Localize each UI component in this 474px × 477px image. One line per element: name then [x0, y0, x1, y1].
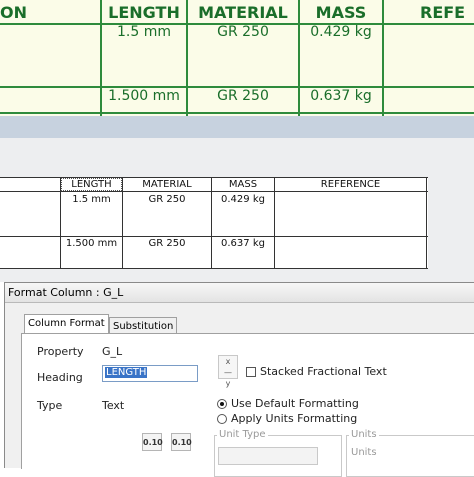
unit-type-label: Unit Type [217, 429, 268, 440]
type-value: Text [102, 399, 125, 412]
background-area [428, 177, 474, 269]
grid-line [0, 236, 428, 237]
background-area [0, 269, 474, 282]
heading-input-value: LENGTH [105, 367, 148, 378]
units-group-label: Units [349, 429, 379, 440]
cell-mass: 0.637 kg [310, 88, 372, 104]
format-column-dialog: Format Column : G_L Column Format Substi… [4, 282, 474, 477]
preview-header-reference[interactable]: REFERENCE [275, 178, 426, 192]
preview-cell: 1.500 mm [65, 238, 118, 249]
precision-decrease-button[interactable]: 0.10 [142, 433, 163, 451]
cell-material: GR 250 [217, 24, 269, 40]
preview-cell: 1.5 mm [72, 194, 111, 205]
preview-header-length[interactable]: LENGTH [61, 178, 122, 191]
bom-table-top: ON LENGTH MATERIAL MASS REFE 1.5 mm GR 2… [0, 0, 474, 116]
bom-table-preview: LENGTH MATERIAL MASS REFERENCE 1.5 mm GR… [0, 177, 474, 269]
cell-length: 1.500 mm [108, 88, 180, 104]
stacked-fractional-checkbox[interactable] [246, 367, 256, 377]
preview-cell: 0.429 kg [221, 194, 265, 205]
grid-line [426, 177, 427, 269]
column-header-reference: REFE [420, 3, 466, 22]
column-header: ON [0, 3, 27, 22]
heading-input[interactable]: LENGTH [102, 365, 198, 382]
fraction-button[interactable]: x — y [218, 355, 238, 388]
unit-type-select[interactable] [218, 447, 318, 465]
dialog-title: Format Column : G_L [5, 283, 474, 303]
preview-cell: GR 250 [148, 238, 186, 249]
preview-cell: GR 250 [148, 194, 186, 205]
background-area [0, 138, 474, 178]
grid-line [0, 112, 474, 114]
type-label: Type [37, 399, 63, 412]
stacked-fractional-label: Stacked Fractional Text [260, 365, 387, 378]
column-header-material: MATERIAL [198, 3, 288, 22]
apply-units-formatting-label: Apply Units Formatting [231, 412, 358, 425]
preview-cell: 0.637 kg [221, 238, 265, 249]
tab-column-format[interactable]: Column Format [24, 314, 109, 334]
apply-units-formatting-radio[interactable] [217, 414, 227, 424]
preview-header-material[interactable]: MATERIAL [123, 178, 211, 192]
cell-length: 1.5 mm [117, 24, 171, 40]
precision-increase-button[interactable]: 0.10 [171, 433, 192, 451]
preview-header-mass[interactable]: MASS [212, 178, 274, 192]
use-default-formatting-radio[interactable] [217, 399, 227, 409]
cell-mass: 0.429 kg [310, 24, 372, 40]
use-default-formatting-label: Use Default Formatting [231, 397, 359, 410]
heading-label: Heading [37, 371, 83, 384]
column-header-mass: MASS [315, 3, 367, 22]
column-header-length: LENGTH [108, 3, 180, 22]
grid-line [382, 0, 384, 116]
divider-band [0, 116, 474, 138]
property-value: G_L [102, 345, 123, 358]
cell-material: GR 250 [217, 88, 269, 104]
units-label: Units [351, 447, 377, 458]
property-label: Property [37, 345, 84, 358]
